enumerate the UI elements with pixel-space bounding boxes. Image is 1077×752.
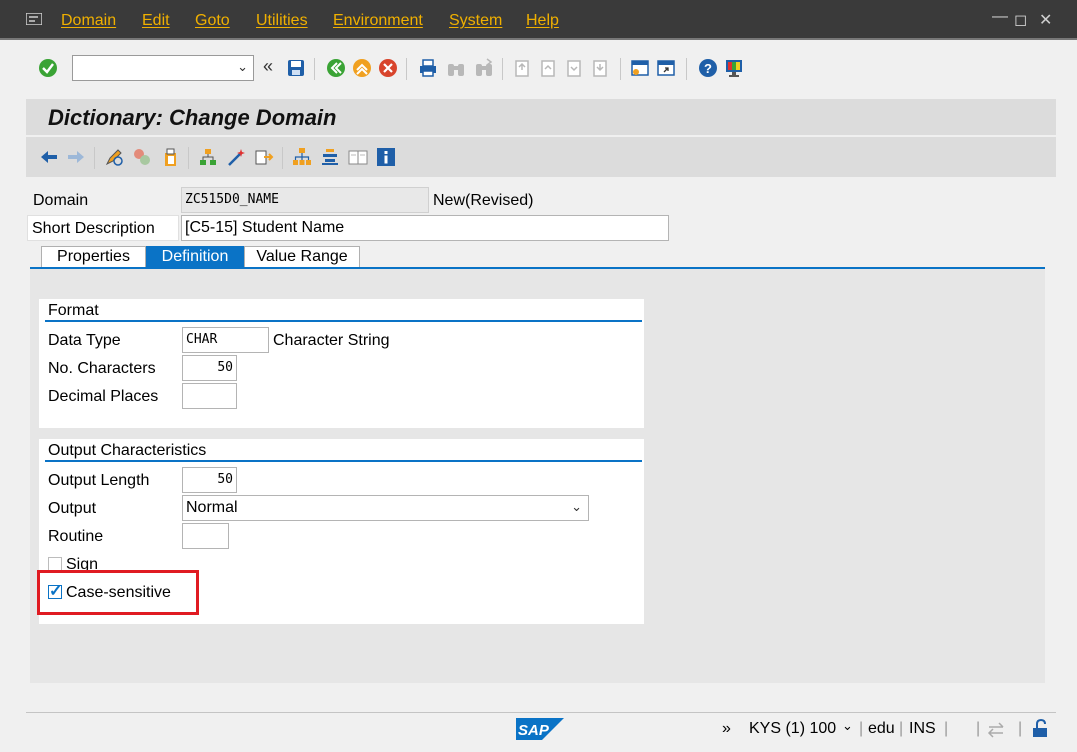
chevron-down-icon[interactable]: ⌄: [237, 59, 248, 75]
menu-help[interactable]: Help: [526, 12, 559, 30]
decimal-places-field[interactable]: [182, 383, 237, 409]
short-description-field[interactable]: [C5-15] Student Name: [181, 215, 669, 241]
output-select-value: Normal: [186, 499, 238, 516]
chevron-down-icon[interactable]: ⌄: [571, 499, 582, 515]
routine-label: Routine: [48, 528, 104, 545]
find-next-icon[interactable]: [474, 58, 494, 78]
title-bar: Dictionary: Change Domain: [26, 99, 1056, 135]
shortcut-icon[interactable]: [656, 58, 676, 78]
save-icon[interactable]: [286, 58, 306, 78]
wand-icon[interactable]: [226, 147, 246, 167]
cancel-icon[interactable]: [378, 58, 398, 78]
status-system: KYS (1) 100: [749, 720, 837, 737]
menu-utilities[interactable]: Utilities: [256, 12, 308, 30]
routine-field[interactable]: [182, 523, 229, 549]
status-mode: INS: [909, 720, 936, 737]
decimal-places-label: Decimal Places: [48, 388, 159, 405]
next-page-icon[interactable]: [564, 58, 584, 78]
sap-logo: SAP: [516, 718, 564, 740]
first-page-icon[interactable]: [512, 58, 532, 78]
short-description-label: Short Description: [32, 220, 155, 237]
status-client: edu: [868, 720, 895, 737]
menu-bar: Domain Edit Goto Utilities Environment S…: [0, 0, 1077, 40]
output-length-label: Output Length: [48, 472, 150, 489]
page-title: Dictionary: Change Domain: [48, 105, 337, 130]
forward-arrow-icon[interactable]: [66, 147, 86, 167]
back-icon[interactable]: [326, 58, 346, 78]
format-group-title: Format: [48, 302, 99, 319]
output-characteristics-title: Output Characteristics: [48, 442, 207, 459]
lock-icon[interactable]: [1030, 718, 1050, 738]
domain-field[interactable]: ZC515D0_NAME: [181, 187, 429, 213]
tab-value-range[interactable]: Value Range: [244, 246, 360, 268]
tab-definition[interactable]: Definition: [146, 246, 244, 268]
tab-properties[interactable]: Properties: [41, 246, 146, 268]
exit-icon[interactable]: [352, 58, 372, 78]
domain-label: Domain: [33, 192, 89, 209]
output-length-field[interactable]: 50: [182, 467, 237, 493]
data-type-label: Data Type: [48, 332, 121, 349]
sign-checkbox[interactable]: [48, 557, 62, 571]
close-icon[interactable]: ✕: [1039, 10, 1052, 30]
menu-domain[interactable]: Domain: [61, 12, 116, 30]
documentation-icon[interactable]: [348, 147, 368, 167]
highlight-box: [37, 570, 199, 615]
command-field[interactable]: ⌄: [72, 55, 254, 81]
minimize-icon[interactable]: —: [992, 8, 1008, 26]
maximize-icon[interactable]: ◻: [1014, 10, 1027, 30]
output-label: Output: [48, 500, 97, 517]
customize-layout-icon[interactable]: [724, 58, 744, 78]
output-select[interactable]: Normal ⌄: [182, 495, 589, 521]
hierarchy-icon[interactable]: [292, 147, 312, 167]
menu-environment[interactable]: Environment: [333, 12, 423, 30]
menu-system[interactable]: System: [449, 12, 502, 30]
print-icon[interactable]: [418, 58, 438, 78]
check-icon[interactable]: [132, 147, 152, 167]
menu-goto[interactable]: Goto: [195, 12, 230, 30]
no-characters-label: No. Characters: [48, 360, 156, 377]
status-expand[interactable]: »: [722, 720, 731, 738]
create-session-icon[interactable]: [630, 58, 650, 78]
no-characters-field[interactable]: 50: [182, 355, 237, 381]
back-arrow-icon[interactable]: [39, 147, 59, 167]
svg-text:SAP: SAP: [518, 722, 550, 739]
find-icon[interactable]: [446, 58, 466, 78]
system-menu-icon[interactable]: [26, 13, 42, 25]
enter-icon[interactable]: [38, 58, 58, 78]
align-icon[interactable]: [320, 147, 340, 167]
other-object-icon[interactable]: [254, 147, 274, 167]
previous-page-icon[interactable]: [538, 58, 558, 78]
domain-status: New(Revised): [433, 192, 534, 209]
exchange-icon[interactable]: [986, 720, 1006, 740]
activate-icon[interactable]: [160, 147, 180, 167]
info-icon[interactable]: [376, 147, 396, 167]
back-arrows-icon[interactable]: «: [263, 56, 273, 77]
application-toolbar: [26, 137, 1056, 177]
display-change-icon[interactable]: [104, 147, 124, 167]
menu-edit[interactable]: Edit: [142, 12, 170, 30]
last-page-icon[interactable]: [590, 58, 610, 78]
status-system-dropdown-icon[interactable]: ⌄: [842, 718, 853, 734]
svg-text:?: ?: [704, 61, 712, 76]
where-used-icon[interactable]: [198, 147, 218, 167]
data-type-description: Character String: [273, 332, 390, 349]
help-icon[interactable]: ?: [698, 58, 718, 78]
data-type-field[interactable]: CHAR: [182, 327, 269, 353]
